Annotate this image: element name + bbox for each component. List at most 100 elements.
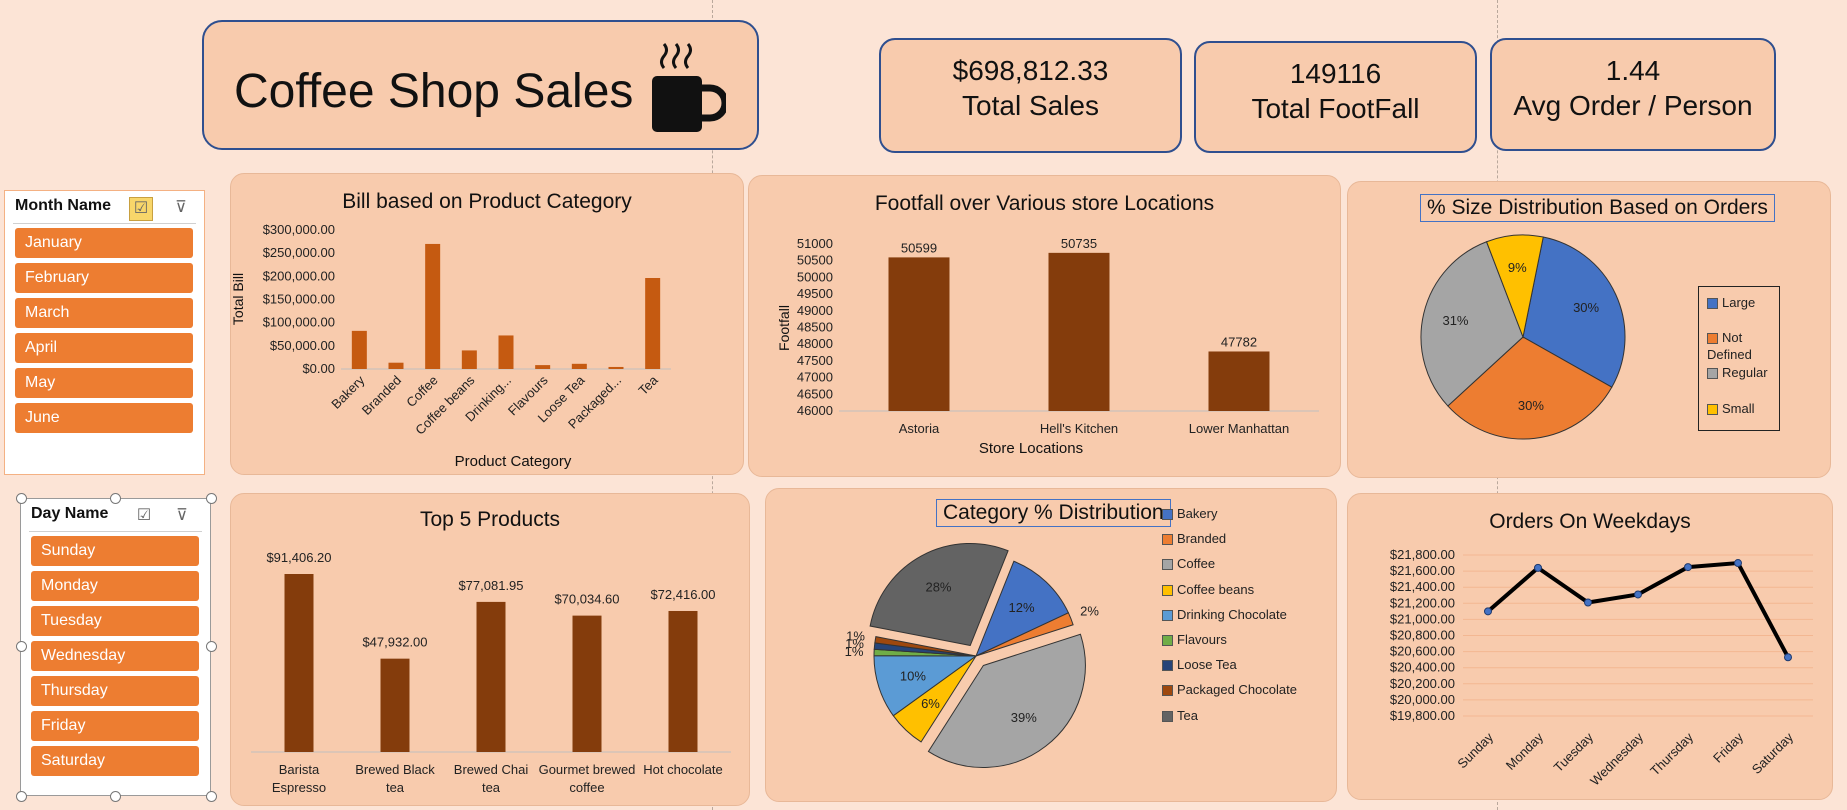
- slice-label: 39%: [1011, 710, 1037, 725]
- legend-item: Packaged Chocolate: [1162, 682, 1297, 697]
- bar: [388, 362, 404, 369]
- clear-filter-icon[interactable]: ⊽: [171, 505, 193, 527]
- data-label: $72,416.00: [650, 587, 715, 602]
- resize-handle[interactable]: [110, 493, 121, 504]
- legend-item: Coffee beans: [1162, 582, 1254, 597]
- x-tick-label: Gourmet brewed: [539, 762, 636, 777]
- dashboard-title: Coffee Shop Sales: [234, 65, 634, 118]
- bill-chart-card: Bill based on Product Category $0.00 $50,…: [230, 173, 744, 475]
- bar: [608, 366, 624, 369]
- multi-select-icon[interactable]: ☑: [129, 197, 153, 221]
- legend-item: Drinking Chocolate: [1162, 607, 1287, 622]
- footfall-chart-card: Footfall over Various store Locations 46…: [748, 175, 1341, 477]
- slicer-item-march[interactable]: March: [15, 298, 193, 328]
- legend-swatch: [1162, 660, 1173, 672]
- x-tick-label: tea: [482, 780, 501, 795]
- legend-item: Small: [1707, 401, 1755, 416]
- slicer-divider: [13, 223, 196, 224]
- y-tick-label: $20,200.00: [1390, 676, 1455, 691]
- legend-swatch: [1162, 609, 1173, 621]
- kpi-avg-order: 1.44 Avg Order / Person: [1490, 38, 1776, 151]
- legend-item: Not Defined: [1707, 330, 1752, 362]
- weekdays-line-chart: $19,800.00$20,000.00$20,200.00$20,400.00…: [1390, 547, 1813, 789]
- resize-handle[interactable]: [206, 493, 217, 504]
- y-tick-label: 50500: [797, 253, 833, 268]
- slicer-item-monday[interactable]: Monday: [31, 571, 199, 601]
- resize-handle[interactable]: [16, 641, 27, 652]
- y-tick-label: $250,000.00: [263, 245, 335, 260]
- kpi-value: 1.44: [1605, 55, 1661, 86]
- x-tick-label: Sunday: [1454, 729, 1496, 771]
- resize-handle[interactable]: [110, 791, 121, 802]
- y-axis-label: Footfall: [776, 305, 792, 351]
- slice-label: 6%: [921, 696, 940, 711]
- slicer-item-saturday[interactable]: Saturday: [31, 746, 199, 776]
- y-tick-label: $0.00: [302, 361, 335, 376]
- slice-label: 31%: [1442, 313, 1468, 328]
- slice-label: 30%: [1573, 300, 1599, 315]
- resize-handle[interactable]: [16, 493, 27, 504]
- x-tick-label: coffee: [569, 780, 604, 795]
- data-point: [1534, 563, 1542, 572]
- x-tick-label: Branded: [359, 373, 404, 418]
- month-slicer[interactable]: Month Name ☑ ⊽ January February March April…: [4, 190, 205, 475]
- legend-swatch: [1707, 298, 1718, 310]
- legend-swatch: [1707, 404, 1718, 416]
- y-tick-label: 49500: [797, 286, 833, 301]
- slicer-item-sunday[interactable]: Sunday: [31, 536, 199, 566]
- y-tick-label: 47000: [797, 370, 833, 385]
- y-tick-label: $300,000.00: [263, 222, 335, 237]
- bill-chart: $0.00 $50,000.00 $100,000.00 $150,000.00 $20…: [231, 222, 671, 470]
- y-tick-label: $19,800.00: [1390, 708, 1455, 723]
- x-tick-label: Tea: [635, 372, 661, 398]
- slicer-title: Month Name: [15, 197, 111, 214]
- slicer-item-may[interactable]: May: [15, 368, 193, 398]
- slice-label: 12%: [1009, 600, 1035, 615]
- bar: [380, 658, 410, 752]
- slicer-item-june[interactable]: June: [15, 403, 193, 433]
- x-tick-label: Monday: [1503, 729, 1547, 773]
- y-tick-label: $200,000.00: [263, 268, 335, 283]
- bar: [668, 610, 698, 752]
- slicer-item-tuesday[interactable]: Tuesday: [31, 606, 199, 636]
- resize-handle[interactable]: [206, 791, 217, 802]
- data-label: 50599: [901, 240, 937, 255]
- y-tick-label: $20,000.00: [1390, 692, 1455, 707]
- kpi-label: Total FootFall: [1251, 93, 1420, 124]
- legend-item: Coffee: [1162, 556, 1215, 571]
- legend-swatch: [1162, 685, 1173, 697]
- x-tick-label: Saturday: [1749, 729, 1797, 777]
- multi-select-icon[interactable]: ☑: [133, 505, 155, 527]
- y-tick-label: $21,000.00: [1390, 611, 1455, 626]
- bar: [1208, 351, 1270, 411]
- legend-swatch: [1162, 710, 1173, 722]
- slicer-item-wednesday[interactable]: Wednesday: [31, 641, 199, 671]
- weekdays-chart-card: Orders On Weekdays $19,800.00 $20,000.00 $…: [1347, 493, 1833, 800]
- x-tick-label: Espresso: [272, 780, 326, 795]
- y-tick-label: $100,000.00: [263, 315, 335, 330]
- kpi-total-sales: $698,812.33 Total Sales: [879, 38, 1182, 153]
- y-tick-label: $20,400.00: [1390, 660, 1455, 675]
- y-tick-label: 46500: [797, 386, 833, 401]
- y-tick-label: $21,400.00: [1390, 579, 1455, 594]
- slicer-item-february[interactable]: February: [15, 263, 193, 293]
- legend-item: Flavours: [1162, 632, 1227, 647]
- data-label: 47782: [1221, 334, 1257, 349]
- legend-swatch: [1162, 534, 1173, 546]
- slicer-item-friday[interactable]: Friday: [31, 711, 199, 741]
- y-axis-label: Total Bill: [231, 273, 246, 325]
- x-tick-label: Brewed Black: [355, 762, 435, 777]
- dashboard-title-box: Coffee Shop Sales: [202, 20, 759, 150]
- slicer-item-april[interactable]: April: [15, 333, 193, 363]
- legend-item: Loose Tea: [1162, 657, 1237, 672]
- clear-filter-icon[interactable]: ⊽: [170, 197, 192, 219]
- data-label: $47,932.00: [362, 635, 427, 650]
- slicer-item-thursday[interactable]: Thursday: [31, 676, 199, 706]
- slicer-item-january[interactable]: January: [15, 228, 193, 258]
- legend-swatch: [1162, 584, 1173, 596]
- resize-handle[interactable]: [206, 641, 217, 652]
- slice-label: 2%: [1080, 603, 1099, 618]
- resize-handle[interactable]: [16, 791, 27, 802]
- slicer-divider: [29, 531, 202, 532]
- day-slicer[interactable]: Day Name ☑ ⊽ Sunday Monday Tuesday Wednesda…: [20, 498, 211, 796]
